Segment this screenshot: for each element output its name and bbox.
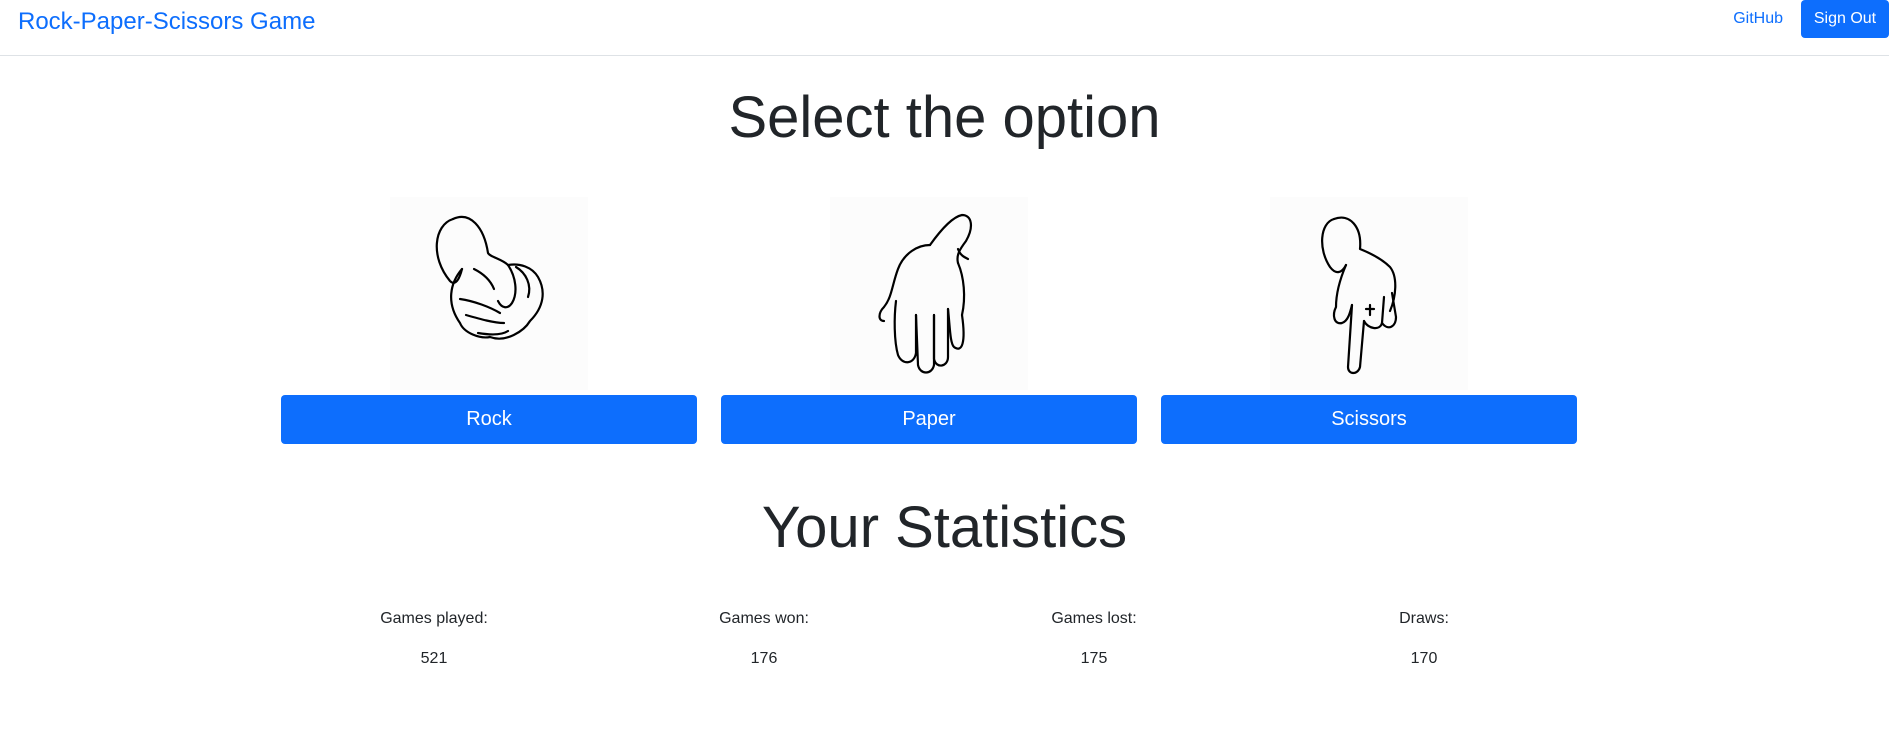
scissors-hand-icon[interactable] (1270, 197, 1468, 390)
stat-games-played: Games played: 521 (269, 610, 599, 668)
statistics-row: Games played: 521 Games won: 176 Games l… (269, 610, 1589, 668)
stat-label: Draws: (1399, 610, 1449, 627)
nav-actions: GitHub Sign Out (1733, 0, 1889, 38)
select-option-heading: Select the option (728, 85, 1161, 150)
rock-button[interactable]: Rock (281, 395, 697, 444)
stat-value: 170 (1410, 650, 1438, 667)
stat-label: Games won: (719, 610, 809, 627)
sign-out-button[interactable]: Sign Out (1801, 0, 1889, 38)
option-scissors: Scissors (1161, 197, 1577, 444)
paper-hand-icon[interactable] (830, 197, 1028, 390)
stat-value: 521 (420, 650, 448, 667)
stat-games-won: Games won: 176 (599, 610, 929, 668)
navbar: Rock-Paper-Scissors Game GitHub Sign Out (0, 0, 1889, 56)
stat-value: 176 (750, 650, 778, 667)
brand-link[interactable]: Rock-Paper-Scissors Game (18, 8, 315, 36)
stat-draws: Draws: 170 (1259, 610, 1589, 668)
option-rock: Rock (281, 197, 697, 444)
option-paper: Paper (721, 197, 1137, 444)
stat-label: Games played: (380, 610, 488, 627)
paper-button[interactable]: Paper (721, 395, 1137, 444)
scissors-button[interactable]: Scissors (1161, 395, 1577, 444)
stat-games-lost: Games lost: 175 (929, 610, 1259, 668)
options-row: Rock Paper Scissors (281, 197, 1577, 444)
statistics-heading: Your Statistics (761, 495, 1128, 560)
github-link[interactable]: GitHub (1733, 10, 1783, 28)
rock-hand-icon[interactable] (390, 197, 588, 390)
stat-value: 175 (1080, 650, 1108, 667)
stat-label: Games lost: (1051, 610, 1137, 627)
